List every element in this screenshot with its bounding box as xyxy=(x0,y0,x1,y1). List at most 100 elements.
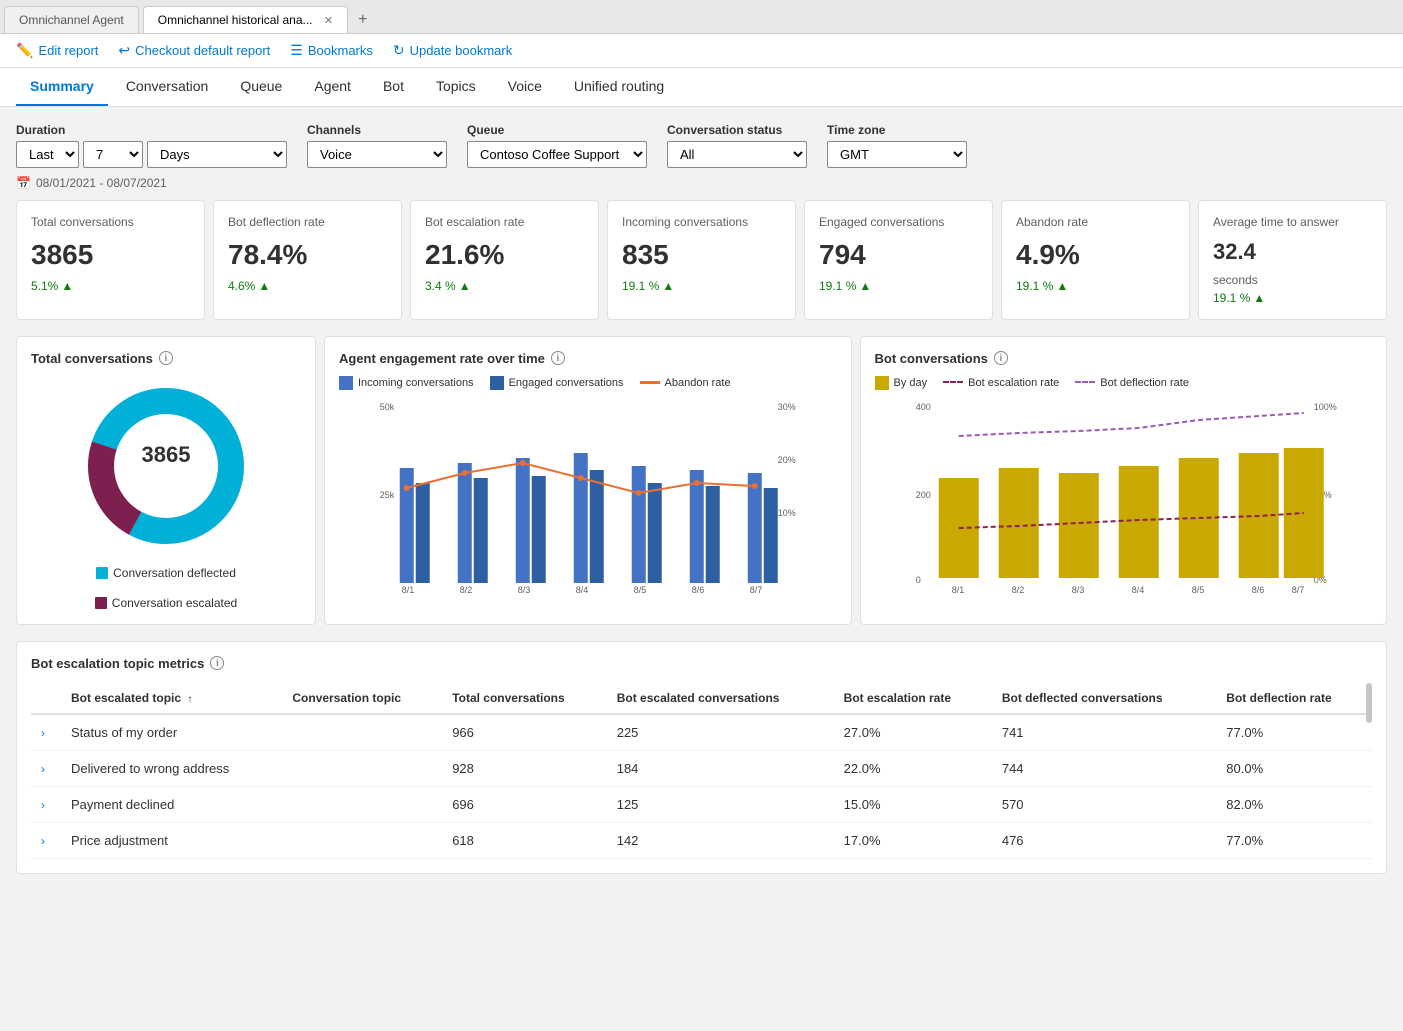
calendar-icon: 📅 xyxy=(16,176,31,190)
kpi-incoming-conversations: Incoming conversations 835 19.1 % ▲ xyxy=(607,200,796,320)
cell-escalated: 184 xyxy=(607,750,834,786)
nav-item-agent[interactable]: Agent xyxy=(300,68,365,106)
cell-esc-rate: 27.0% xyxy=(834,714,992,751)
expand-icon[interactable]: › xyxy=(41,762,45,776)
checkout-default-button[interactable]: ↩ Checkout default report xyxy=(118,42,270,59)
col-bot-topic[interactable]: Bot escalated topic ↑ xyxy=(61,683,282,714)
cell-defl-rate: 82.0% xyxy=(1216,786,1372,822)
expand-cell[interactable]: › xyxy=(31,714,61,751)
duration-value-select[interactable]: 7 xyxy=(83,141,143,168)
kpi-total-conversations: Total conversations 3865 5.1% ▲ xyxy=(16,200,205,320)
svg-text:8/5: 8/5 xyxy=(634,585,647,595)
info-icon-engagement: i xyxy=(551,351,565,365)
edit-report-button[interactable]: ✏️ Edit report xyxy=(16,42,98,59)
toolbar: ✏️ Edit report ↩ Checkout default report… xyxy=(0,34,1403,68)
expand-cell[interactable]: › xyxy=(31,750,61,786)
bar-incoming-2 xyxy=(458,463,472,583)
svg-text:8/1: 8/1 xyxy=(951,585,964,595)
channels-select[interactable]: Voice xyxy=(307,141,447,168)
incoming-legend-box xyxy=(339,376,353,390)
legend-deflected: Conversation deflected xyxy=(96,566,236,580)
defl-rate-line xyxy=(958,413,1303,436)
scrollbar[interactable] xyxy=(1366,683,1372,723)
cell-escalated: 142 xyxy=(607,822,834,858)
bar-engaged-5 xyxy=(648,483,662,583)
conv-status-filter: Conversation status All xyxy=(667,123,807,168)
kpi-abandon-rate: Abandon rate 4.9% 19.1 % ▲ xyxy=(1001,200,1190,320)
cell-total: 928 xyxy=(442,750,607,786)
cell-topic: Delivered to wrong address xyxy=(61,750,282,786)
svg-text:8/6: 8/6 xyxy=(692,585,705,595)
svg-text:3865: 3865 xyxy=(142,442,191,467)
kpi-bot-escalation-rate: Bot escalation rate 21.6% 3.4 % ▲ xyxy=(410,200,599,320)
engagement-svg: 50k 25k 30% 20% 10% xyxy=(339,398,837,598)
bar-bot-3 xyxy=(1058,473,1098,578)
cell-topic: Price adjustment xyxy=(61,822,282,858)
arrow-up-icon: ▲ xyxy=(1056,279,1068,293)
cell-escalated: 225 xyxy=(607,714,834,751)
nav-item-queue[interactable]: Queue xyxy=(226,68,296,106)
cell-conv-topic xyxy=(282,750,442,786)
expand-cell[interactable]: › xyxy=(31,822,61,858)
expand-icon[interactable]: › xyxy=(41,726,45,740)
donut-chart-wrapper: 3865 Conversation deflected Conversation… xyxy=(31,376,301,610)
main-content: Duration Last 7 Days Channels Voice Queu… xyxy=(0,107,1403,890)
kpi-change-1: 4.6% ▲ xyxy=(228,279,387,293)
charts-row: Total conversations i 3865 Conversation xyxy=(16,336,1387,625)
timezone-select[interactable]: GMT xyxy=(827,141,967,168)
close-tab-icon[interactable]: ✕ xyxy=(324,15,333,27)
checkout-icon: ↩ xyxy=(118,42,130,59)
bar-engaged-6 xyxy=(706,486,720,583)
bot-escalation-table: Bot escalated topic ↑ Conversation topic… xyxy=(31,683,1372,859)
expand-icon[interactable]: › xyxy=(41,834,45,848)
kpi-avg-time-answer: Average time to answer 32.4 seconds 19.1… xyxy=(1198,200,1387,320)
queue-select[interactable]: Contoso Coffee Support xyxy=(467,141,647,168)
refresh-icon: ↻ xyxy=(393,42,405,59)
svg-text:30%: 30% xyxy=(778,402,796,412)
defl-rate-legend-line xyxy=(1075,381,1095,384)
donut-legend: Conversation deflected Conversation esca… xyxy=(31,566,301,610)
nav-item-topics[interactable]: Topics xyxy=(422,68,490,106)
bar-bot-2 xyxy=(998,468,1038,578)
kpi-change-4: 19.1 % ▲ xyxy=(819,279,978,293)
nav-item-unified-routing[interactable]: Unified routing xyxy=(560,68,678,106)
engagement-legend: Incoming conversations Engaged conversat… xyxy=(339,376,837,390)
nav-item-bot[interactable]: Bot xyxy=(369,68,418,106)
tab-omnichannel-historical[interactable]: Omnichannel historical ana... ✕ xyxy=(143,6,348,33)
bookmarks-button[interactable]: ☰ Bookmarks xyxy=(290,42,373,59)
svg-text:8/2: 8/2 xyxy=(460,585,473,595)
cell-defl-rate: 77.0% xyxy=(1216,822,1372,858)
expand-icon[interactable]: › xyxy=(41,798,45,812)
arrow-up-icon: ▲ xyxy=(61,279,73,293)
table-row: › Payment declined 696 125 15.0% 570 82.… xyxy=(31,786,1372,822)
col-bot-escalated-conv: Bot escalated conversations xyxy=(607,683,834,714)
abandon-legend-line xyxy=(640,381,660,384)
tab-omnichannel-agent[interactable]: Omnichannel Agent xyxy=(4,6,139,33)
update-bookmark-button[interactable]: ↻ Update bookmark xyxy=(393,42,512,59)
duration-unit-select[interactable]: Days xyxy=(147,141,287,168)
duration-preset-select[interactable]: Last xyxy=(16,141,79,168)
cell-esc-rate: 15.0% xyxy=(834,786,992,822)
bar-incoming-4 xyxy=(574,453,588,583)
nav-item-voice[interactable]: Voice xyxy=(494,68,556,106)
conv-status-select[interactable]: All xyxy=(667,141,807,168)
info-icon-bot: i xyxy=(994,351,1008,365)
nav-item-conversation[interactable]: Conversation xyxy=(112,68,223,106)
queue-filter: Queue Contoso Coffee Support xyxy=(467,123,647,168)
bot-conv-svg: 400 200 0 100% 50% 0% xyxy=(875,398,1373,598)
arrow-up-icon: ▲ xyxy=(1253,291,1265,305)
add-tab-button[interactable]: + xyxy=(348,7,377,33)
bar-incoming-5 xyxy=(632,466,646,583)
bar-engaged-4 xyxy=(590,470,604,583)
expand-cell[interactable]: › xyxy=(31,786,61,822)
bar-engaged-1 xyxy=(416,483,430,583)
esc-rate-legend-line xyxy=(943,381,963,384)
bar-engaged-7 xyxy=(764,488,778,583)
total-conv-chart: Total conversations i 3865 Conversation xyxy=(16,336,316,625)
nav-item-summary[interactable]: Summary xyxy=(16,68,108,106)
arrow-up-icon: ▲ xyxy=(258,279,270,293)
date-range-display: 📅 08/01/2021 - 08/07/2021 xyxy=(16,176,1387,190)
cell-topic: Status of my order xyxy=(61,714,282,751)
cell-deflected: 570 xyxy=(992,786,1216,822)
col-bot-esc-rate: Bot escalation rate xyxy=(834,683,992,714)
